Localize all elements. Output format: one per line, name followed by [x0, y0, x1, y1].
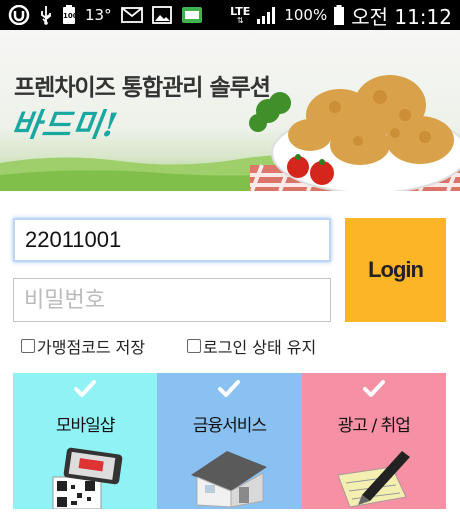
battery-small-icon: 100 [62, 5, 78, 25]
tile-label: 광고 / 취업 [337, 416, 411, 436]
keep-login-label: 로그인 상태 유지 [203, 338, 317, 357]
banner-title: 프렌차이즈 통합관리 솔루션 [14, 75, 271, 101]
pen-paper-icon [337, 451, 410, 508]
tile-label: 모바일샵 [55, 416, 116, 436]
menu-tiles: 모바일샵 금융서비스 광고 / 취업 [13, 373, 446, 509]
battery-small-text: 100 [63, 12, 78, 20]
franchise-code-input[interactable] [13, 218, 331, 262]
u-app-icon [8, 5, 30, 25]
battery-icon [333, 4, 345, 26]
login-button[interactable]: Login [345, 218, 446, 322]
tile-financial-service[interactable]: 금융서비스 [157, 373, 302, 509]
image-icon [151, 6, 172, 24]
save-code-label: 가맹점코드 저장 [37, 338, 146, 357]
temperature-text: 13° [85, 6, 112, 24]
usb-icon [39, 5, 53, 25]
keep-login-checkbox[interactable]: 로그인 상태 유지 [187, 334, 316, 358]
keep-login-checkbox-box[interactable] [187, 339, 201, 353]
password-input[interactable] [13, 278, 331, 322]
tile-ad-jobs[interactable]: 광고 / 취업 [301, 373, 446, 509]
tile-label: 금융서비스 [192, 416, 267, 436]
lte-icon: LTE ⇅ [230, 4, 251, 25]
battery-percent-text: 100% [284, 6, 328, 24]
house-icon [191, 451, 268, 508]
message-icon [181, 6, 203, 24]
fried-chicken-image [249, 75, 460, 191]
check-icon [74, 380, 97, 397]
email-icon [120, 6, 143, 24]
save-code-checkbox-box[interactable] [21, 339, 35, 353]
check-icon [362, 380, 385, 397]
save-code-checkbox[interactable]: 가맹점코드 저장 [21, 334, 145, 358]
clock-text: 오전 11:12 [351, 4, 452, 29]
signal-icon [256, 5, 278, 25]
tile-mobile-shop[interactable]: 모바일샵 [13, 373, 158, 509]
status-bar: 100 13° LTE ⇅ 100% 오전 11:12 [0, 0, 460, 30]
brand-logo-text: 바드미! [9, 106, 121, 144]
check-icon [218, 380, 241, 397]
network-text: LTE [230, 4, 251, 18]
qr-phone-icon [52, 447, 123, 509]
promo-banner: 프렌차이즈 통합관리 솔루션 바드미! [0, 30, 460, 191]
